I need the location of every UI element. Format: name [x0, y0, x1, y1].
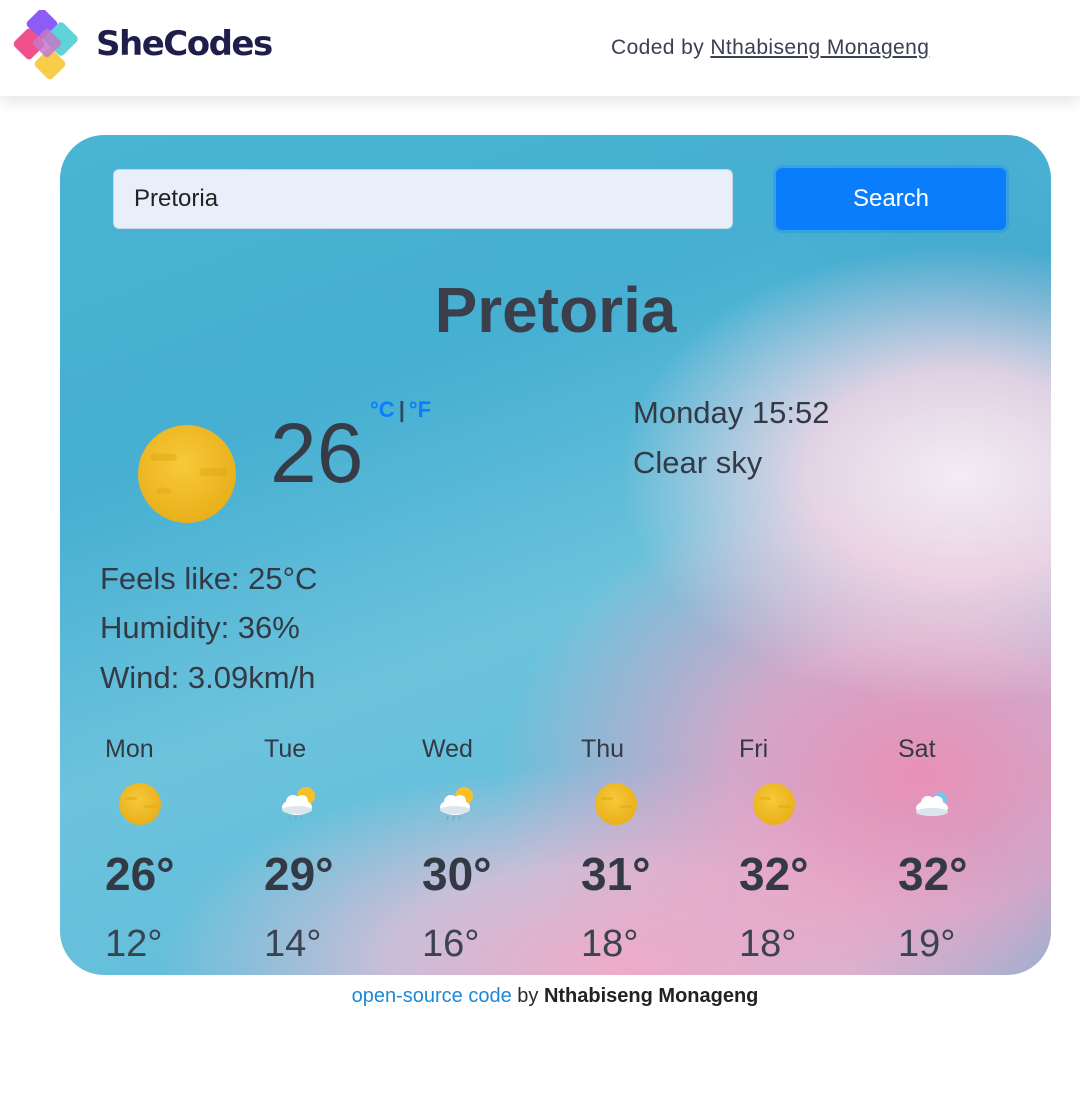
forecast-min-temp: 14°	[264, 923, 322, 965]
footer-by: by	[517, 985, 539, 1007]
humidity: Humidity: 36%	[100, 610, 300, 645]
forecast-day: Thu 31° 18°	[581, 735, 721, 975]
forecast-max-temp: 29°	[264, 848, 334, 900]
sun-cloud-rain-icon	[282, 787, 315, 821]
forecast-day-name: Thu	[581, 735, 625, 763]
city-search-input[interactable]	[113, 169, 733, 229]
unit-separator: |	[398, 397, 405, 422]
forecast-max-temp: 30°	[422, 848, 492, 900]
forecast-day: Sat 32° 19°	[898, 735, 1038, 975]
forecast-min-temp: 18°	[581, 923, 639, 965]
forecast-day-name: Fri	[739, 735, 769, 763]
forecast-day: Mon 26° 12°	[105, 735, 245, 975]
forecast-max-temp: 26°	[105, 848, 175, 900]
sun-icon	[753, 783, 795, 825]
credit-prefix: Coded by	[611, 36, 705, 59]
brand-name: SheCodes	[96, 24, 273, 64]
author-link[interactable]: Nthabiseng Monageng	[710, 36, 929, 59]
forecast-row: Mon 26° 12° Tue 29° 14° Wed 30° 16° Thu …	[60, 735, 1051, 975]
fahrenheit-link[interactable]: °F	[409, 397, 431, 422]
forecast-min-temp: 18°	[739, 923, 797, 965]
sun-icon	[138, 425, 236, 523]
current-temperature: 26	[270, 406, 364, 500]
celsius-link[interactable]: °C	[370, 397, 395, 422]
date-time: Monday 15:52	[633, 395, 830, 430]
forecast-day-name: Tue	[264, 735, 307, 763]
forecast-max-temp: 32°	[898, 848, 968, 900]
weather-description: Clear sky	[633, 445, 763, 480]
forecast-min-temp: 16°	[422, 923, 480, 965]
forecast-day: Fri 32° 18°	[739, 735, 879, 975]
open-source-link[interactable]: open-source code	[352, 985, 512, 1007]
feels-like: Feels like: 25°C	[100, 561, 318, 596]
footer: open-source code by Nthabiseng Monageng	[0, 985, 1080, 1008]
weather-card: Search Pretoria 26 °C|°F Monday 15:52 Cl…	[60, 135, 1051, 975]
forecast-day-name: Sat	[898, 735, 936, 763]
cloud-icon	[916, 792, 948, 816]
forecast-day-name: Wed	[422, 735, 473, 763]
search-button[interactable]: Search	[776, 168, 1006, 230]
top-bar: SheCodes Coded by Nthabiseng Monageng	[0, 0, 1080, 96]
forecast-min-temp: 12°	[105, 923, 163, 965]
wind: Wind: 3.09km/h	[100, 660, 316, 695]
forecast-day-name: Mon	[105, 735, 154, 763]
shecodes-logo-icon[interactable]	[10, 10, 90, 84]
forecast-day: Tue 29° 14°	[264, 735, 404, 975]
forecast-min-temp: 19°	[898, 923, 956, 965]
forecast-day: Wed 30° 16°	[422, 735, 562, 975]
sun-icon	[595, 783, 637, 825]
unit-toggle: °C | °F	[370, 397, 431, 423]
city-title: Pretoria	[434, 274, 677, 346]
footer-author: Nthabiseng Monageng	[543, 985, 759, 1007]
sun-cloud-rain-icon	[440, 787, 473, 821]
sun-icon	[119, 783, 161, 825]
header-credit: Coded by Nthabiseng Monageng	[611, 36, 929, 60]
forecast-max-temp: 31°	[581, 848, 651, 900]
forecast-max-temp: 32°	[739, 848, 809, 900]
